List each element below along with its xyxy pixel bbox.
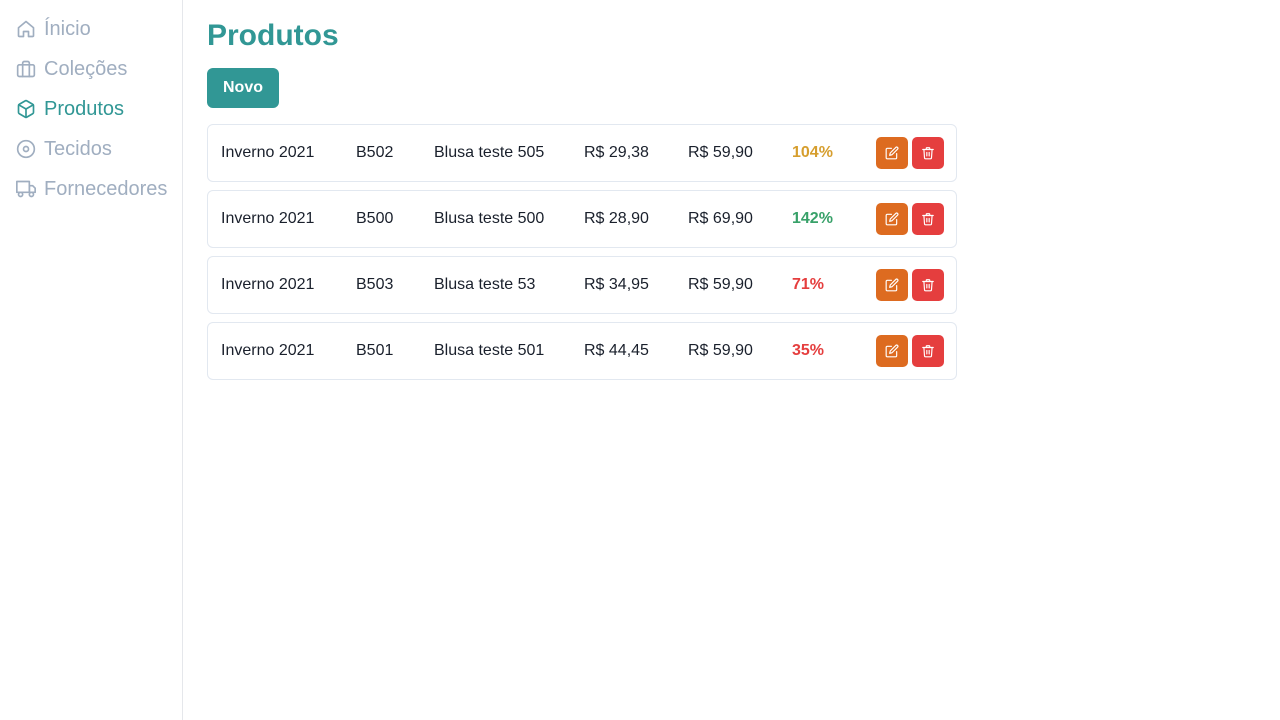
product-margin: 71%	[792, 276, 825, 293]
page-title: Produtos	[207, 19, 339, 52]
home-icon	[16, 19, 36, 39]
sidebar-item-label: Ínicio	[44, 17, 91, 40]
truck-icon	[16, 179, 36, 199]
row-actions	[876, 335, 944, 367]
disc-icon	[16, 139, 36, 159]
edit-icon	[885, 344, 899, 358]
edit-icon	[885, 278, 899, 292]
list-item: Inverno 2021 B502 Blusa teste 505 R$ 29,…	[207, 124, 957, 182]
product-margin: 142%	[792, 210, 833, 227]
product-cost: R$ 29,38	[584, 144, 649, 161]
product-collection: Inverno 2021	[221, 342, 315, 359]
product-name: Blusa teste 501	[434, 342, 545, 359]
trash-icon	[922, 345, 934, 358]
trash-icon	[922, 213, 934, 226]
product-code: B503	[356, 276, 394, 293]
sidebar-item-inicio[interactable]: Ínicio	[0, 9, 182, 49]
row-actions	[876, 137, 944, 169]
row-actions	[876, 203, 944, 235]
package-icon	[16, 99, 36, 119]
product-cost: R$ 28,90	[584, 210, 649, 227]
app-root: Ínicio Coleções Produtos Tecidos Fornece…	[0, 0, 1280, 720]
product-cost: R$ 44,45	[584, 342, 649, 359]
sidebar: Ínicio Coleções Produtos Tecidos Fornece…	[0, 0, 183, 720]
product-margin: 35%	[792, 342, 825, 359]
sidebar-item-label: Fornecedores	[44, 177, 168, 200]
sidebar-item-label: Produtos	[44, 97, 125, 120]
product-collection: Inverno 2021	[221, 276, 315, 293]
product-margin: 104%	[792, 144, 833, 161]
trash-icon	[922, 279, 934, 292]
product-list: Inverno 2021 B502 Blusa teste 505 R$ 29,…	[207, 124, 957, 380]
sidebar-item-colecoes[interactable]: Coleções	[0, 49, 182, 89]
product-code: B501	[356, 342, 394, 359]
edit-icon	[885, 212, 899, 226]
product-name: Blusa teste 500	[434, 210, 545, 227]
edit-button[interactable]	[876, 137, 908, 169]
product-price: R$ 59,90	[688, 276, 753, 293]
delete-button[interactable]	[912, 203, 944, 235]
sidebar-item-label: Coleções	[44, 57, 128, 80]
product-cost: R$ 34,95	[584, 276, 649, 293]
product-price: R$ 59,90	[688, 144, 753, 161]
briefcase-icon	[16, 59, 36, 79]
product-name: Blusa teste 53	[434, 276, 536, 293]
product-code: B502	[356, 144, 394, 161]
list-item: Inverno 2021 B500 Blusa teste 500 R$ 28,…	[207, 190, 957, 248]
list-item: Inverno 2021 B503 Blusa teste 53 R$ 34,9…	[207, 256, 957, 314]
sidebar-item-fornecedores[interactable]: Fornecedores	[0, 169, 182, 209]
delete-button[interactable]	[912, 269, 944, 301]
edit-button[interactable]	[876, 335, 908, 367]
row-actions	[876, 269, 944, 301]
delete-button[interactable]	[912, 335, 944, 367]
edit-button[interactable]	[876, 269, 908, 301]
product-collection: Inverno 2021	[221, 144, 315, 161]
new-product-button[interactable]: Novo	[207, 68, 279, 108]
sidebar-item-label: Tecidos	[44, 137, 112, 160]
main-content: Produtos Novo Inverno 2021 B502 Blusa te…	[183, 0, 1280, 720]
product-code: B500	[356, 210, 394, 227]
sidebar-item-tecidos[interactable]: Tecidos	[0, 129, 182, 169]
list-item: Inverno 2021 B501 Blusa teste 501 R$ 44,…	[207, 322, 957, 380]
product-name: Blusa teste 505	[434, 144, 545, 161]
delete-button[interactable]	[912, 137, 944, 169]
edit-button[interactable]	[876, 203, 908, 235]
trash-icon	[922, 147, 934, 160]
product-price: R$ 69,90	[688, 210, 753, 227]
product-price: R$ 59,90	[688, 342, 753, 359]
product-collection: Inverno 2021	[221, 210, 315, 227]
sidebar-item-produtos[interactable]: Produtos	[0, 89, 182, 129]
edit-icon	[885, 146, 899, 160]
